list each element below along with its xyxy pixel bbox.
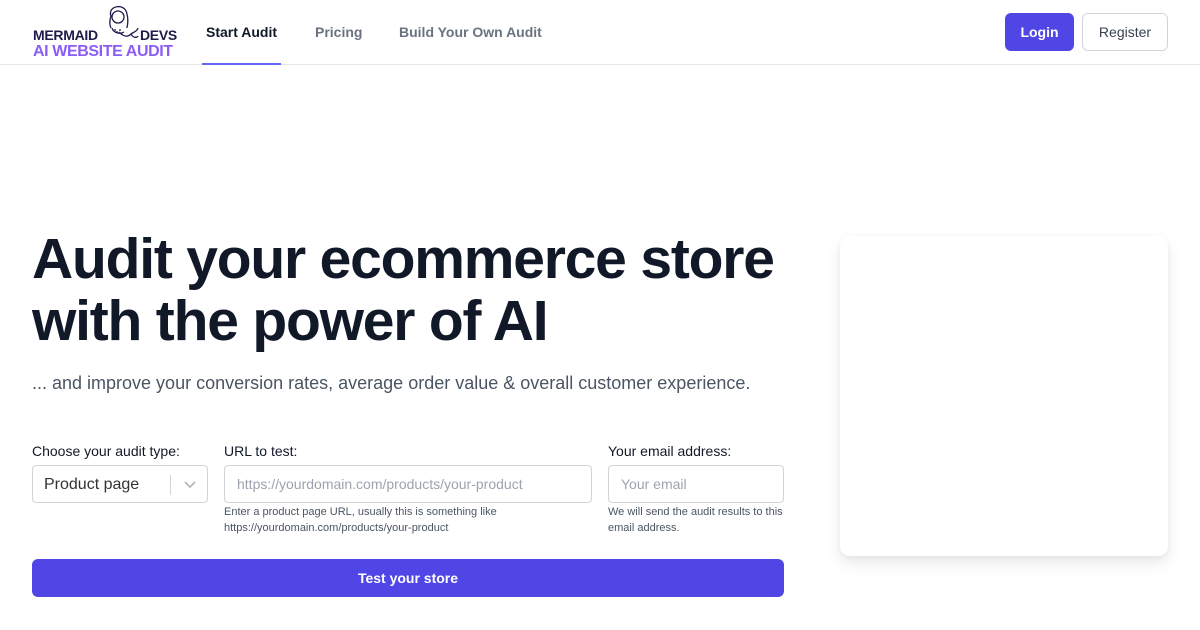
brand-name: MERMAID DEVS: [33, 27, 177, 43]
mermaid-icon: [109, 6, 139, 38]
brand-logo[interactable]: MERMAID DEVS AI WEBSITE AUDIT: [33, 2, 183, 62]
register-button[interactable]: Register: [1082, 13, 1168, 51]
brand-tagline: AI WEBSITE AUDIT: [33, 43, 173, 60]
brand-name-right: DEVS: [140, 27, 177, 43]
audit-type-select[interactable]: Product page: [32, 465, 208, 503]
url-help-text: Enter a product page URL, usually this i…: [224, 506, 497, 534]
login-button[interactable]: Login: [1005, 13, 1074, 51]
nav-tab-pricing[interactable]: Pricing: [315, 0, 362, 65]
navbar: MERMAID DEVS AI WEBSITE AUDIT Start Audi…: [0, 0, 1200, 65]
nav-tab-build-your-own-audit[interactable]: Build Your Own Audit: [399, 0, 542, 65]
select-divider: [170, 475, 171, 495]
email-help-text: We will send the audit results to this e…: [608, 506, 783, 534]
hero-subtitle: ... and improve your conversion rates, a…: [32, 373, 751, 393]
brand-name-left: MERMAID: [33, 27, 98, 43]
nav-tab-start-audit[interactable]: Start Audit: [201, 0, 282, 65]
url-input[interactable]: [224, 465, 592, 503]
test-your-store-button[interactable]: Test your store: [32, 559, 784, 597]
email-label: Your email address:: [608, 443, 732, 459]
hero-title: Audit your ecommerce store with the powe…: [32, 227, 775, 353]
audit-type-selected-value: Product page: [44, 476, 140, 493]
email-input[interactable]: [608, 465, 784, 503]
url-label: URL to test:: [224, 443, 298, 459]
preview-card: [840, 236, 1168, 556]
audit-type-label: Choose your audit type:: [32, 443, 180, 459]
chevron-down-icon[interactable]: [181, 478, 199, 492]
